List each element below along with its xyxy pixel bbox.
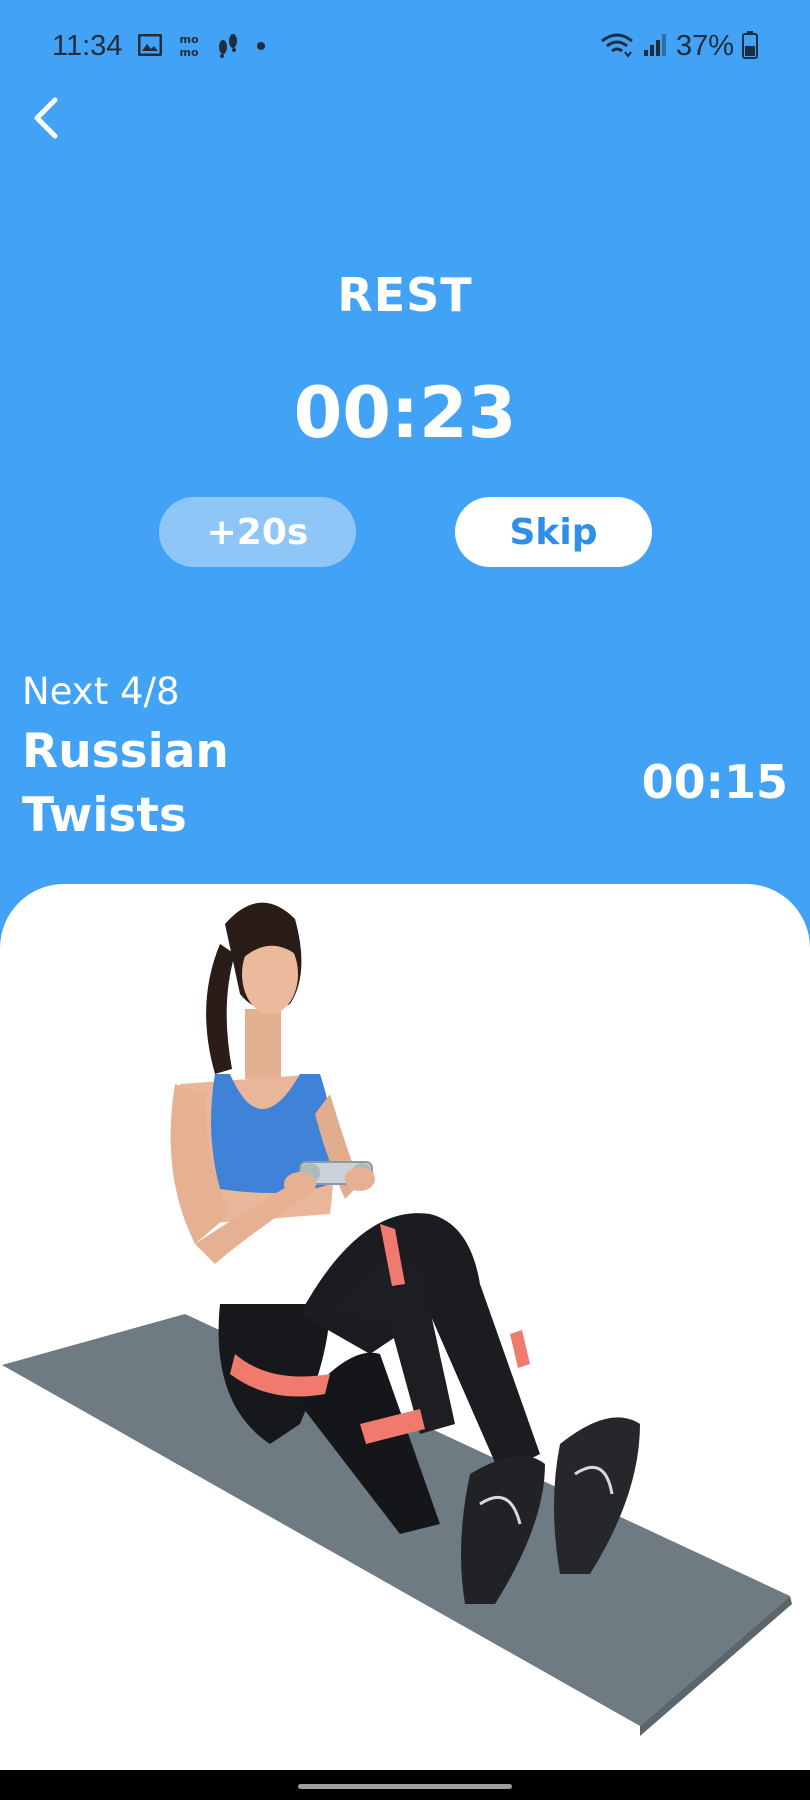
momo-icon: mo mo — [176, 32, 202, 62]
rest-timer: 00:23 — [293, 372, 517, 454]
next-exercise-name: Russian Twists — [22, 724, 229, 843]
dot-icon — [254, 38, 268, 57]
exercise-image-card — [0, 884, 810, 1770]
back-button[interactable] — [18, 92, 74, 148]
battery-icon — [742, 30, 758, 63]
navigation-bar — [0, 1770, 810, 1800]
battery-percent: 37% — [675, 30, 734, 62]
gallery-icon — [137, 33, 163, 60]
status-bar: 11:34 mo mo 37% — [0, 0, 810, 96]
status-time: 11:34 — [52, 30, 123, 62]
svg-text:mo: mo — [179, 46, 198, 58]
steps-icon — [216, 32, 240, 62]
exercise-illustration — [2, 902, 792, 1736]
status-icons-left: mo mo — [137, 32, 268, 62]
skip-button[interactable]: Skip — [455, 497, 652, 567]
home-handle[interactable] — [298, 1784, 512, 1789]
chevron-left-icon — [31, 96, 61, 144]
status-icons-right: 37% — [600, 30, 758, 63]
wifi-icon — [600, 32, 634, 62]
next-exercise-duration: 00:15 — [641, 755, 788, 809]
next-exercise-label: Next 4/8 — [22, 670, 180, 713]
signal-icon — [642, 32, 668, 62]
rest-title: REST — [337, 268, 473, 322]
add-20s-button[interactable]: +20s — [159, 497, 356, 567]
svg-text:mo: mo — [179, 33, 198, 46]
